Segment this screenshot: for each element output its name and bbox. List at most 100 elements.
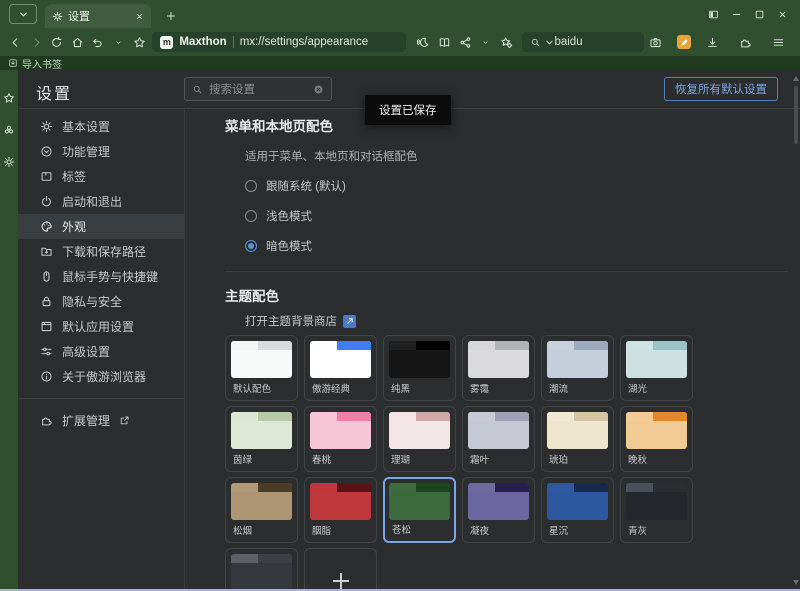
- reload-button[interactable]: [47, 36, 68, 49]
- color-mode-label: 暗色模式: [266, 238, 312, 254]
- theme-store-link[interactable]: 打开主题背景商店: [245, 313, 792, 329]
- sidebar-item-label: 关于傲游浏览器: [62, 368, 146, 385]
- theme-swatch: [231, 483, 292, 520]
- undo-close-button[interactable]: [88, 36, 109, 49]
- clear-search-icon[interactable]: [313, 84, 324, 95]
- theme-card[interactable]: 星沉: [541, 477, 614, 543]
- theme-card[interactable]: 湖光: [620, 335, 693, 401]
- add-theme-card[interactable]: [304, 548, 377, 589]
- sidebar-item[interactable]: 下载和保存路径: [18, 239, 184, 264]
- titlebar: 设置: [0, 0, 800, 28]
- theme-swatch: [389, 412, 450, 449]
- theme-card[interactable]: 苍松: [383, 477, 456, 543]
- theme-card[interactable]: 理瑚: [383, 406, 456, 472]
- restore-defaults-button[interactable]: 恢复所有默认设置: [664, 77, 778, 101]
- maximize-icon[interactable]: [754, 9, 765, 20]
- theme-grid: 默认配色傲游经典纯黑 雾霭 潮流 湖光茵绿春桃 理瑚霜叶琥珀晚秋松烟胭脂苍松 凝夜星沉青灰…: [225, 335, 792, 589]
- theme-card[interactable]: 雾霭: [462, 335, 535, 401]
- scrollbar[interactable]: [792, 70, 800, 589]
- theme-name: 苍松: [392, 522, 411, 536]
- search-icon: [192, 84, 203, 95]
- sidebar-item[interactable]: 启动和退出: [18, 189, 184, 214]
- theme-card[interactable]: 晚秋: [620, 406, 693, 472]
- theme-name: 潮流: [549, 381, 568, 395]
- back-button[interactable]: [5, 36, 26, 49]
- tab-list-button[interactable]: [9, 4, 37, 24]
- theme-swatch: [468, 341, 529, 378]
- theme-name: 雾霭: [470, 381, 489, 395]
- sidebar-item[interactable]: 默认应用设置: [18, 314, 184, 339]
- color-mode-option[interactable]: 浅色模式: [245, 208, 792, 224]
- sidebar-item[interactable]: 功能管理: [18, 139, 184, 164]
- home-button[interactable]: [67, 36, 88, 49]
- theme-card[interactable]: 青灰: [620, 477, 693, 543]
- toolbar-right-icons: [644, 35, 800, 49]
- forward-button[interactable]: [26, 36, 47, 49]
- color-mode-option[interactable]: 跟随系统 (默认): [245, 178, 792, 194]
- import-bookmarks-label[interactable]: 导入书签: [22, 56, 62, 71]
- downloads-icon[interactable]: [701, 36, 724, 49]
- sidebar-item[interactable]: 鼠标手势与快捷键: [18, 264, 184, 289]
- undo-caret-icon[interactable]: [108, 39, 129, 46]
- settings-page: 设置 搜索设置 恢复所有默认设置 设置已保存 基本设置功能管理标签启动和退出外观…: [18, 70, 800, 589]
- share-icon[interactable]: [455, 36, 476, 49]
- radio-icon: [245, 180, 257, 192]
- theme-card[interactable]: 傲游经典: [304, 335, 377, 401]
- apps-panel-icon[interactable]: [3, 124, 15, 136]
- sidebar-item[interactable]: 外观: [18, 214, 184, 239]
- theme-name: 春桃: [312, 452, 331, 466]
- screenshot-icon[interactable]: [644, 36, 667, 49]
- theme-card[interactable]: 胭脂: [304, 477, 377, 543]
- theme-card[interactable]: 默认配色: [225, 335, 298, 401]
- search-engine-label: baidu: [554, 36, 582, 48]
- page-title: 设置: [36, 80, 72, 104]
- settings-search-input[interactable]: 搜索设置: [184, 77, 332, 101]
- settings-panel-icon[interactable]: [3, 156, 15, 168]
- theme-card[interactable]: 琥珀: [541, 406, 614, 472]
- color-mode-option[interactable]: 暗色模式: [245, 238, 792, 254]
- sidebar-item-label: 功能管理: [62, 143, 110, 160]
- maxnote-icon[interactable]: [677, 35, 691, 49]
- theme-name: 纯黑: [391, 381, 410, 395]
- main-menu-icon[interactable]: [767, 36, 790, 49]
- extensions-icon[interactable]: [734, 36, 757, 49]
- scroll-up-arrow[interactable]: [793, 76, 799, 81]
- reader-mode-icon[interactable]: [434, 36, 455, 49]
- tab-close-icon[interactable]: [135, 12, 144, 21]
- favorites-settings-icon[interactable]: [496, 36, 517, 49]
- sidebar-item[interactable]: 隐私与安全: [18, 289, 184, 314]
- brand-label: Maxthon: [179, 36, 226, 48]
- theme-card[interactable]: 凝夜: [462, 477, 535, 543]
- sidebar-item[interactable]: 基本设置: [18, 114, 184, 139]
- theme-card[interactable]: 潮流: [541, 335, 614, 401]
- boss-key-icon[interactable]: [708, 9, 719, 20]
- sidebar-item-extensions[interactable]: 扩展管理: [18, 408, 184, 433]
- theme-card[interactable]: 霜叶: [462, 406, 535, 472]
- new-tab-button[interactable]: [165, 10, 177, 22]
- settings-content: 菜单和本地页配色 适用于菜单、本地页和对话框配色 跟随系统 (默认)浅色模式暗色…: [186, 109, 792, 589]
- scroll-thumb[interactable]: [794, 86, 798, 144]
- search-engine-caret-icon[interactable]: [544, 37, 551, 48]
- sidebar-item[interactable]: 关于傲游浏览器: [18, 364, 184, 389]
- url-text[interactable]: mx://settings/appearance: [240, 36, 369, 48]
- theme-swatch: [626, 412, 687, 449]
- theme-card[interactable]: 茵绿: [225, 406, 298, 472]
- scroll-down-arrow[interactable]: [793, 580, 799, 585]
- theme-card[interactable]: 松烟: [225, 477, 298, 543]
- favorites-panel-icon[interactable]: [3, 92, 15, 104]
- quick-search-box[interactable]: baidu: [522, 32, 644, 52]
- sidebar-item-label: 外观: [62, 218, 86, 235]
- bookmark-star-button[interactable]: [129, 36, 150, 49]
- theme-card[interactable]: 暗夜: [225, 548, 298, 589]
- sidebar-item[interactable]: 高级设置: [18, 339, 184, 364]
- minimize-icon[interactable]: [731, 9, 742, 20]
- sidebar-item[interactable]: 标签: [18, 164, 184, 189]
- theme-name: 晚秋: [628, 452, 647, 466]
- address-bar[interactable]: m Maxthon mx://settings/appearance: [152, 32, 406, 52]
- share-caret-icon[interactable]: [475, 39, 496, 46]
- night-mode-icon[interactable]: [414, 36, 435, 49]
- theme-card[interactable]: 春桃: [304, 406, 377, 472]
- close-icon[interactable]: [777, 9, 788, 20]
- active-tab[interactable]: 设置: [45, 4, 151, 28]
- theme-card[interactable]: 纯黑: [383, 335, 456, 401]
